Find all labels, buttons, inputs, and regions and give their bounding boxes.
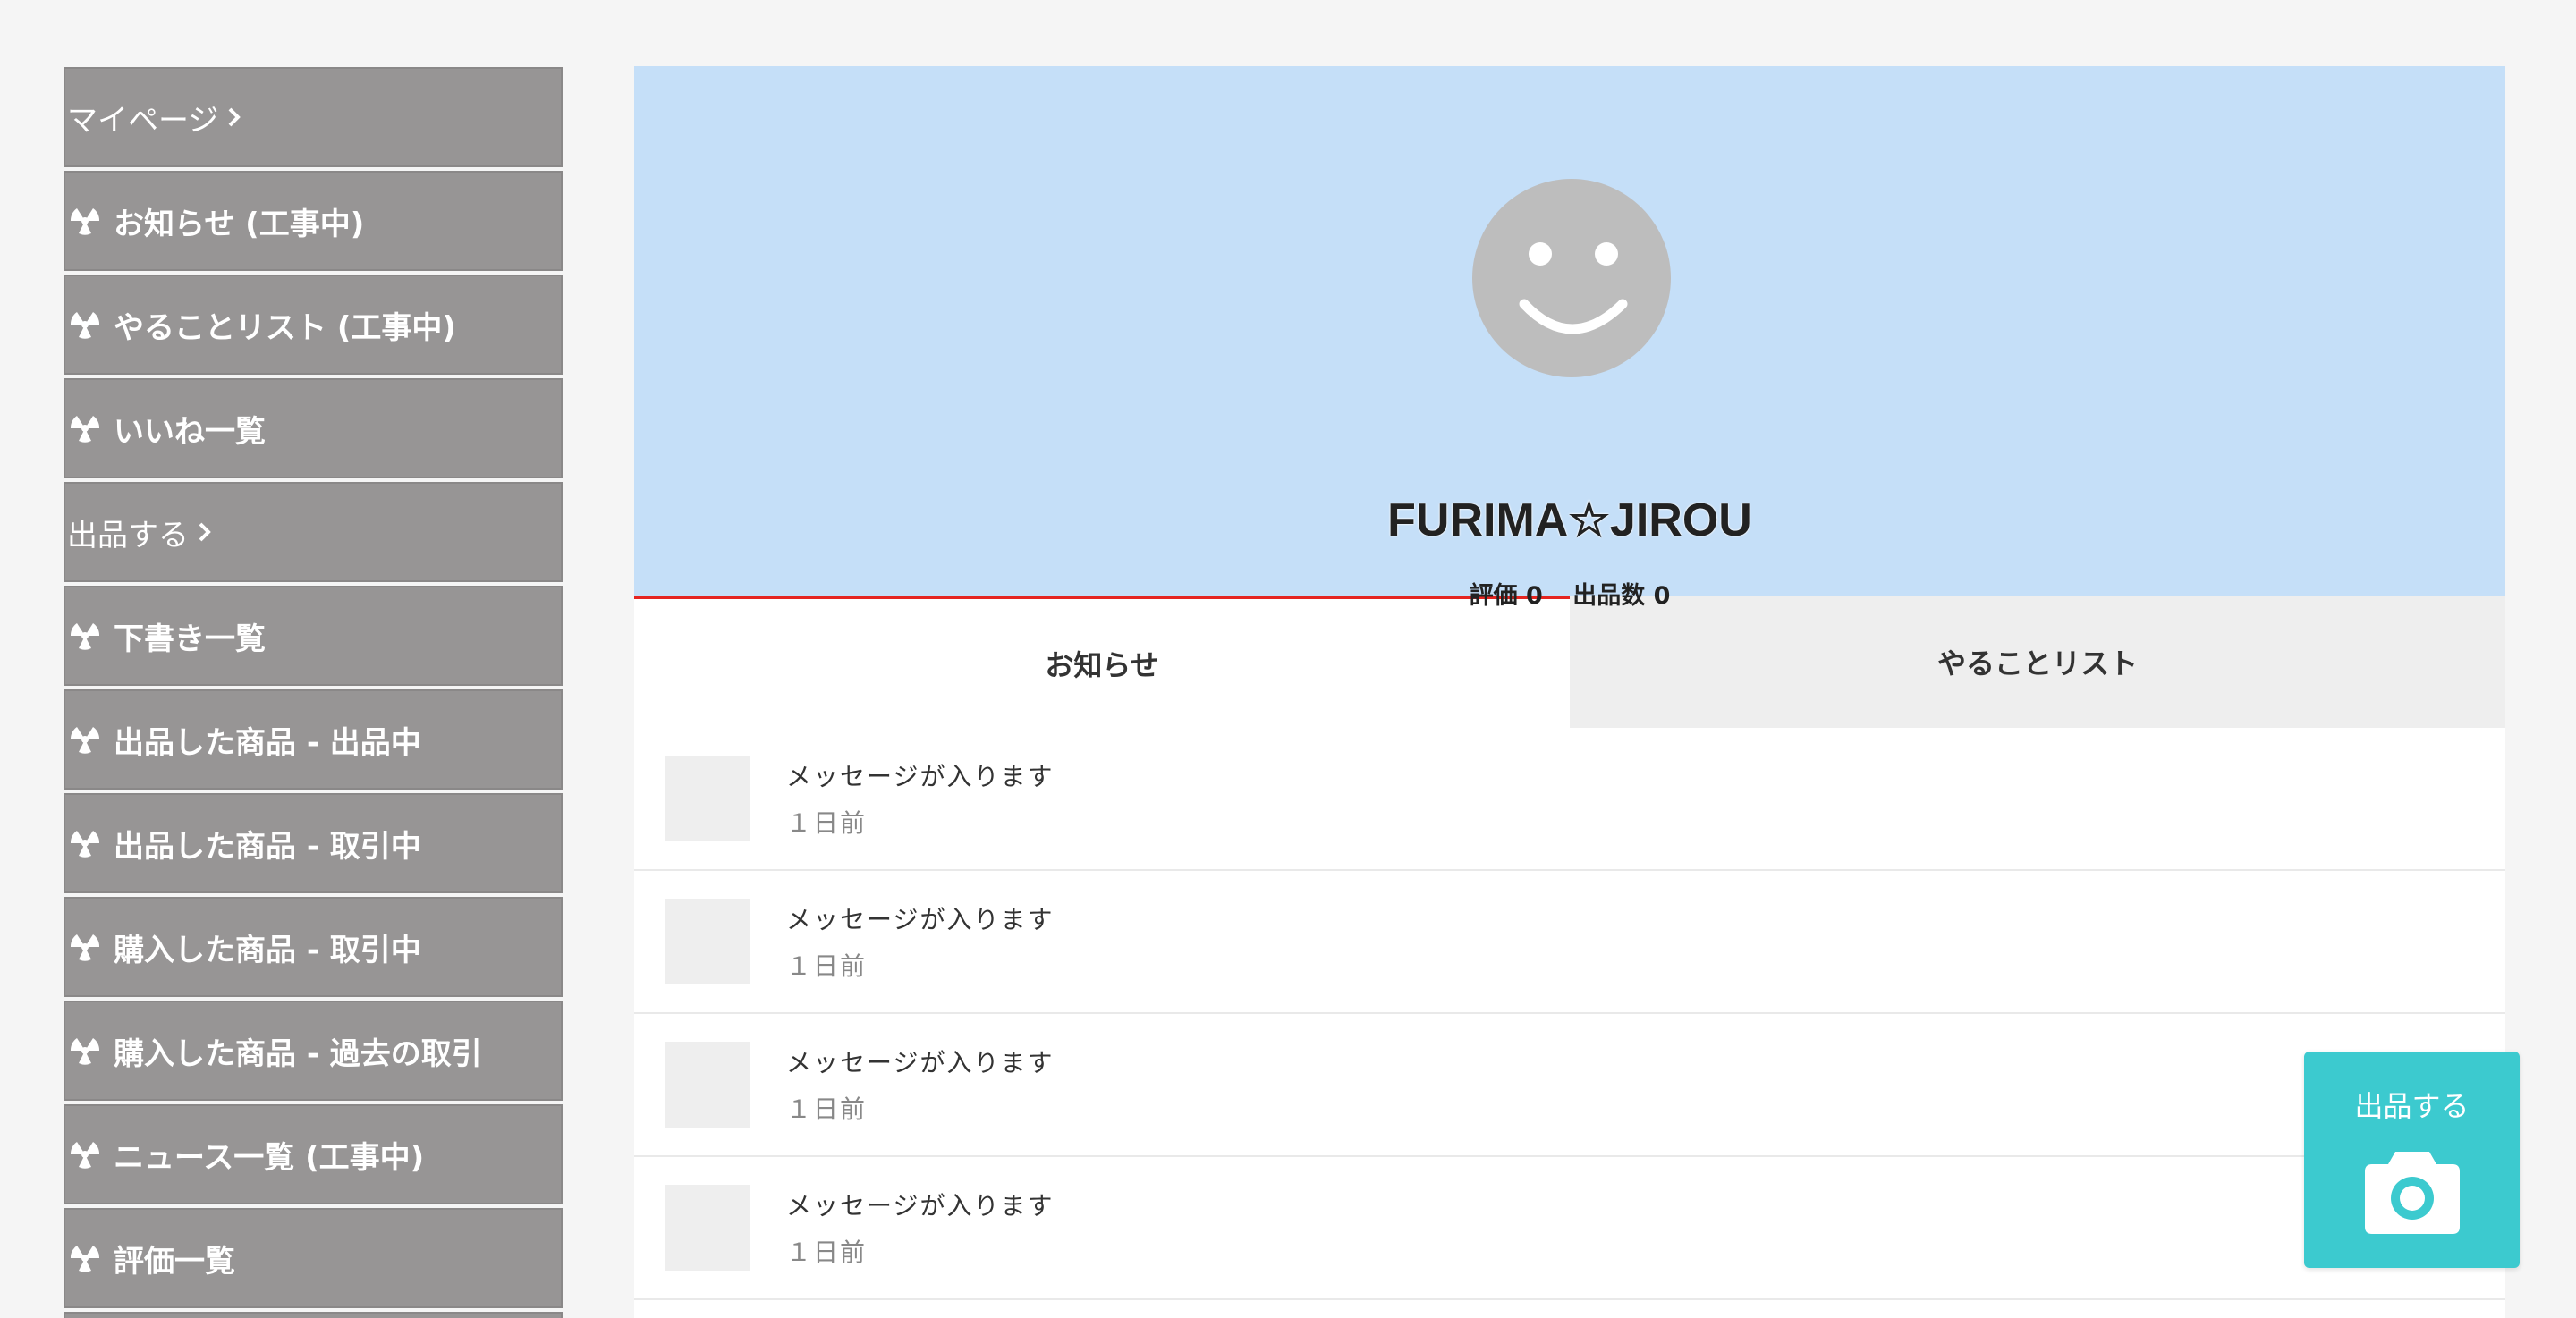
notice-message: メッセージが入ります	[786, 762, 1055, 791]
chevron-right-icon	[198, 522, 214, 542]
sidebar-item-notifications[interactable]: お知らせ (工事中)	[64, 171, 563, 271]
sidebar-item-label: やることリスト (工事中)	[114, 309, 456, 346]
notice-time: １日前	[786, 808, 868, 838]
notice-thumbnail	[665, 1185, 750, 1271]
profile-header: FURIMA☆JIROU 評価 0 出品数 0	[634, 66, 2505, 610]
profile-name: FURIMA☆JIROU	[1387, 494, 1752, 546]
sidebar-item-label: 下書き一覧	[114, 621, 266, 657]
sidebar-item-ratings[interactable]: 評価一覧	[64, 1208, 563, 1308]
radiation-icon	[67, 929, 103, 965]
notice-text: メッセージが入ります １日前	[786, 900, 1054, 983]
notice-message: メッセージが入ります	[786, 905, 1055, 934]
radiation-icon	[67, 1033, 103, 1069]
sidebar: マイページ お知らせ (工事中) やることリスト (工事中) いいね一覧 出品す…	[64, 67, 563, 1318]
page: マイページ お知らせ (工事中) やることリスト (工事中) いいね一覧 出品す…	[0, 0, 2576, 1318]
radiation-icon	[67, 722, 103, 757]
sidebar-item-label: 購入した商品 - 過去の取引	[114, 1035, 482, 1072]
notice-time: １日前	[786, 1094, 868, 1124]
list-item[interactable]: メッセージが入ります １日前	[634, 1014, 2505, 1157]
radiation-icon	[67, 307, 103, 342]
listing-count: 出品数 0	[1572, 582, 1671, 610]
notice-thumbnail	[665, 756, 750, 841]
avatar	[1472, 179, 1671, 377]
sidebar-item-label: お知らせ (工事中)	[114, 206, 365, 242]
list-item[interactable]: メッセージが入ります １日前	[634, 871, 2505, 1014]
list-item[interactable]: メッセージが入ります １日前	[634, 728, 2505, 871]
notice-message: メッセージが入ります	[786, 1191, 1055, 1221]
sidebar-item-label: 出品する	[67, 517, 189, 553]
sidebar-item-todo[interactable]: やることリスト (工事中)	[64, 275, 563, 375]
sidebar-item-news[interactable]: ニュース一覧 (工事中)	[64, 1104, 563, 1204]
notice-time: １日前	[786, 951, 868, 981]
notice-thumbnail	[665, 899, 750, 984]
notice-text: メッセージが入ります １日前	[786, 1187, 1054, 1269]
chevron-right-icon	[227, 107, 243, 127]
notice-thumbnail	[665, 1042, 750, 1128]
tab-notifications[interactable]: お知らせ	[634, 596, 1570, 728]
radiation-icon	[67, 410, 103, 446]
sidebar-item-label: 出品した商品 - 出品中	[114, 724, 421, 761]
radiation-icon	[67, 618, 103, 654]
sidebar-item-label: マイページ	[67, 102, 219, 139]
notice-list: メッセージが入ります １日前 メッセージが入ります １日前 メッセージが入ります…	[634, 728, 2505, 1300]
rating-count: 評価 0	[1469, 582, 1543, 610]
sidebar-item-partial[interactable]	[64, 1312, 563, 1318]
profile-stats: 評価 0 出品数 0	[634, 576, 2505, 611]
sidebar-item-drafts[interactable]: 下書き一覧	[64, 586, 563, 686]
sidebar-item-likes[interactable]: いいね一覧	[64, 378, 563, 478]
notice-text: メッセージが入ります １日前	[786, 757, 1054, 840]
sidebar-item-label: ニュース一覧 (工事中)	[114, 1139, 425, 1176]
main-content: FURIMA☆JIROU 評価 0 出品数 0 お知らせ やることリスト メッセ…	[634, 66, 2505, 1318]
smiley-icon	[1519, 242, 1628, 334]
sidebar-item-purchased-past[interactable]: 購入した商品 - 過去の取引	[64, 1001, 563, 1101]
sidebar-item-listed-trading[interactable]: 出品した商品 - 取引中	[64, 793, 563, 893]
radiation-icon	[67, 1240, 103, 1276]
sidebar-item-listed-selling[interactable]: 出品した商品 - 出品中	[64, 689, 563, 790]
notice-message: メッセージが入ります	[786, 1048, 1055, 1077]
sidebar-item-label: 出品した商品 - 取引中	[114, 828, 421, 865]
radiation-icon	[67, 1136, 103, 1172]
list-item[interactable]: メッセージが入ります １日前	[634, 1157, 2505, 1300]
sidebar-item-mypage[interactable]: マイページ	[64, 67, 563, 167]
notice-text: メッセージが入ります １日前	[786, 1043, 1054, 1126]
radiation-icon	[67, 825, 103, 861]
tab-todo[interactable]: やることリスト	[1570, 596, 2505, 728]
sidebar-item-sell[interactable]: 出品する	[64, 482, 563, 582]
sidebar-item-purchased-trading[interactable]: 購入した商品 - 取引中	[64, 897, 563, 997]
tab-bar: お知らせ やることリスト	[634, 596, 2505, 728]
sidebar-item-label: 購入した商品 - 取引中	[114, 932, 421, 968]
sidebar-item-label: いいね一覧	[114, 413, 266, 450]
radiation-icon	[67, 203, 103, 239]
sell-button[interactable]: 出品する	[2304, 1052, 2520, 1268]
sell-button-label: 出品する	[2354, 1089, 2470, 1123]
sidebar-item-label: 評価一覧	[114, 1243, 235, 1280]
camera-icon	[2363, 1148, 2462, 1239]
notice-time: １日前	[786, 1238, 868, 1267]
